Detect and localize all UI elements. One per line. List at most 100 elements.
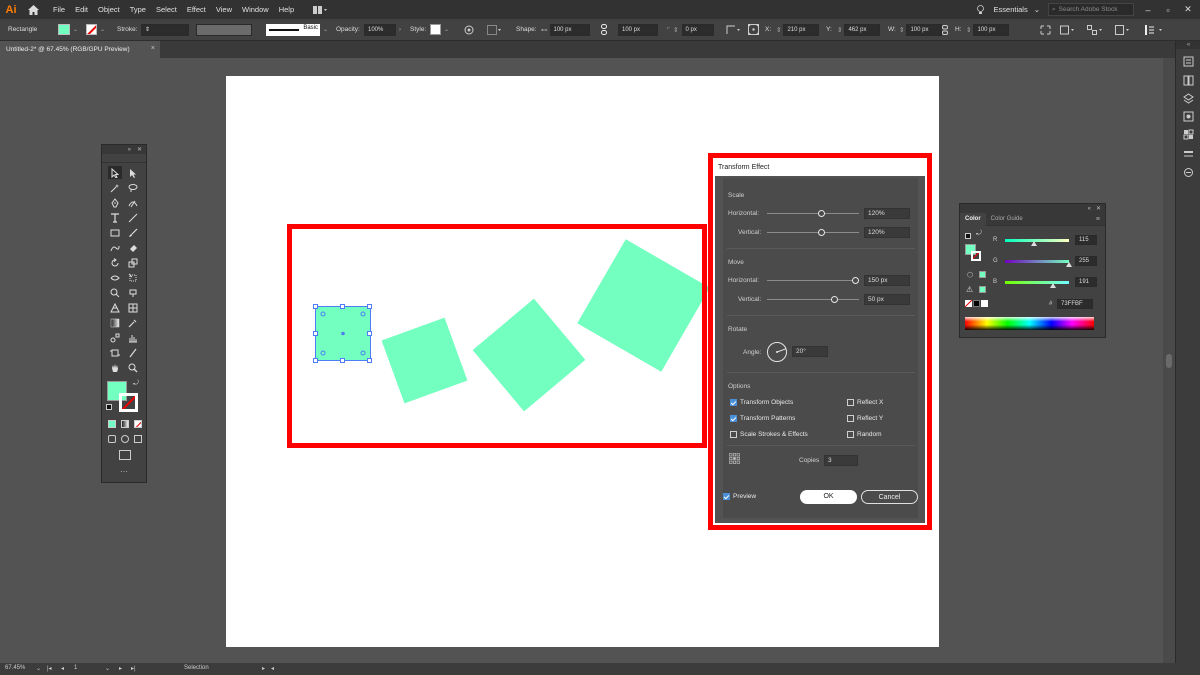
line-tool-icon[interactable] [126, 211, 140, 224]
type-tool-icon[interactable] [108, 211, 122, 224]
reflect-x-checkbox[interactable] [847, 399, 854, 406]
fill-mode-none-icon[interactable] [134, 420, 142, 428]
zoom-tool-icon[interactable] [126, 361, 140, 374]
angle-dial[interactable] [766, 341, 788, 363]
move-vertical-slider[interactable] [767, 299, 859, 300]
preview-checkbox[interactable] [723, 493, 730, 500]
opacity-field[interactable]: 100% › [364, 23, 401, 36]
menu-window[interactable]: Window [237, 0, 274, 19]
width-tool-icon[interactable] [108, 271, 122, 284]
panel-menu-icon[interactable]: ≡ [1096, 216, 1105, 223]
previous-artboard-icon[interactable]: ◂ [61, 665, 64, 672]
menu-object[interactable]: Object [93, 0, 125, 19]
artboard-tool-icon[interactable] [108, 346, 122, 359]
scale-vertical-knob[interactable] [818, 229, 825, 236]
green-thumb[interactable] [1066, 262, 1072, 267]
scale-vertical-input[interactable]: 120% [864, 227, 910, 238]
align-options-icon[interactable] [487, 23, 501, 36]
artboard-dropdown-icon[interactable]: ⌄ [105, 665, 110, 672]
expand-panels-icon[interactable]: « [1176, 41, 1200, 49]
gradient-tool-icon[interactable] [108, 316, 122, 329]
y-field[interactable]: ⇕ 462 px [837, 23, 881, 36]
constrain-proportions-icon[interactable] [942, 23, 948, 36]
eyedropper-tool-icon[interactable] [126, 316, 140, 329]
stock-search-input[interactable]: ⌕ Search Adobe Stock [1048, 3, 1134, 16]
home-icon[interactable] [26, 4, 40, 16]
selection-tool-icon[interactable] [108, 166, 122, 179]
eraser-tool-icon[interactable] [126, 241, 140, 254]
reference-point-icon[interactable] [729, 453, 740, 464]
stroke-weight-field[interactable]: ⇕ [141, 23, 189, 36]
ok-button[interactable]: OK [800, 490, 857, 504]
draw-behind-icon[interactable] [121, 435, 129, 443]
live-paint-tool-icon[interactable] [126, 286, 140, 299]
menu-effect[interactable]: Effect [182, 0, 211, 19]
transform-objects-checkbox[interactable] [730, 399, 737, 406]
swap-colors-icon[interactable]: ⤾ [976, 230, 982, 238]
graphic-style-swatch[interactable]: ⌄ [430, 23, 449, 36]
brush-definition[interactable]: Basic ⌄ [266, 23, 328, 36]
slice-tool-icon[interactable] [126, 346, 140, 359]
isolate-icon[interactable] [1115, 23, 1131, 36]
move-horizontal-input[interactable]: 150 px [864, 275, 910, 286]
draw-normal-icon[interactable] [108, 435, 116, 443]
scale-horizontal-knob[interactable] [818, 210, 825, 217]
red-slider[interactable]: R 115 [993, 235, 1103, 246]
green-slider[interactable]: G 255 [993, 256, 1103, 267]
screen-mode-icon[interactable] [119, 450, 131, 460]
reflect-y-checkbox[interactable] [847, 415, 854, 422]
variable-width-profile[interactable] [196, 23, 252, 36]
mesh-tool-icon[interactable] [126, 301, 140, 314]
angle-input[interactable]: 20° [792, 346, 828, 357]
default-colors-icon[interactable] [106, 404, 112, 410]
status-scroll-left-icon[interactable]: ◂ [271, 665, 274, 672]
hand-tool-icon[interactable] [108, 361, 122, 374]
fill-mode-gradient-icon[interactable] [121, 420, 129, 428]
blend-tool-icon[interactable] [108, 331, 122, 344]
stroke-color-box[interactable] [971, 251, 981, 261]
menu-edit[interactable]: Edit [70, 0, 93, 19]
red-track[interactable] [1005, 239, 1069, 242]
recolor-artwork-icon[interactable] [464, 23, 474, 36]
maximize-icon[interactable]: ▫ [1162, 5, 1174, 15]
black-swatch[interactable] [973, 300, 980, 307]
transform-patterns-checkbox[interactable] [730, 415, 737, 422]
magic-wand-tool-icon[interactable] [108, 181, 122, 194]
red-value[interactable]: 115 [1075, 235, 1097, 245]
red-thumb[interactable] [1030, 241, 1037, 246]
vertical-scrollbar[interactable] [1163, 58, 1175, 663]
transform-icon[interactable] [1040, 23, 1051, 36]
next-artboard-icon[interactable]: ▸ [119, 665, 122, 672]
zoom-dropdown-icon[interactable]: ⌄ [36, 665, 41, 672]
web-color-swatch[interactable] [979, 271, 986, 278]
tools-panel-grip[interactable] [102, 154, 146, 163]
close-window-icon[interactable]: ✕ [1182, 4, 1194, 15]
document-tab[interactable]: Untitled-2* @ 67.45% (RGB/GPU Preview) × [0, 41, 160, 58]
first-artboard-icon[interactable]: |◂ [47, 665, 52, 672]
color-spectrum[interactable] [965, 317, 1094, 330]
menu-select[interactable]: Select [151, 0, 182, 19]
last-artboard-icon[interactable]: ▸| [131, 665, 136, 672]
menu-type[interactable]: Type [125, 0, 151, 19]
appearance-icon[interactable] [1183, 167, 1194, 178]
fill-swatch[interactable]: ⌄ [58, 23, 78, 36]
lightbulb-icon[interactable] [976, 4, 986, 16]
move-vertical-input[interactable]: 50 px [864, 294, 910, 305]
lasso-tool-icon[interactable] [126, 181, 140, 194]
copies-input[interactable]: 3 [824, 455, 858, 466]
tab-color-guide[interactable]: Color Guide [986, 213, 1028, 226]
curvature-tool-icon[interactable] [126, 196, 140, 209]
artboard-number[interactable]: 1 [74, 665, 77, 671]
paintbrush-tool-icon[interactable] [126, 226, 140, 239]
green-track[interactable] [1005, 260, 1069, 263]
x-field[interactable]: ⇕ 210 px [776, 23, 820, 36]
color-panel-icon[interactable] [1183, 111, 1194, 122]
draw-inside-icon[interactable] [134, 435, 142, 443]
free-transform-tool-icon[interactable] [126, 271, 140, 284]
close-tab-icon[interactable]: × [151, 45, 155, 52]
scale-vertical-slider[interactable] [767, 232, 859, 233]
status-menu-icon[interactable]: ▸ [262, 665, 265, 672]
menu-file[interactable]: File [48, 0, 70, 19]
default-colors-icon[interactable] [965, 233, 971, 239]
corner-radius-field[interactable]: ⌜ ⇕ 0 px [667, 23, 714, 36]
